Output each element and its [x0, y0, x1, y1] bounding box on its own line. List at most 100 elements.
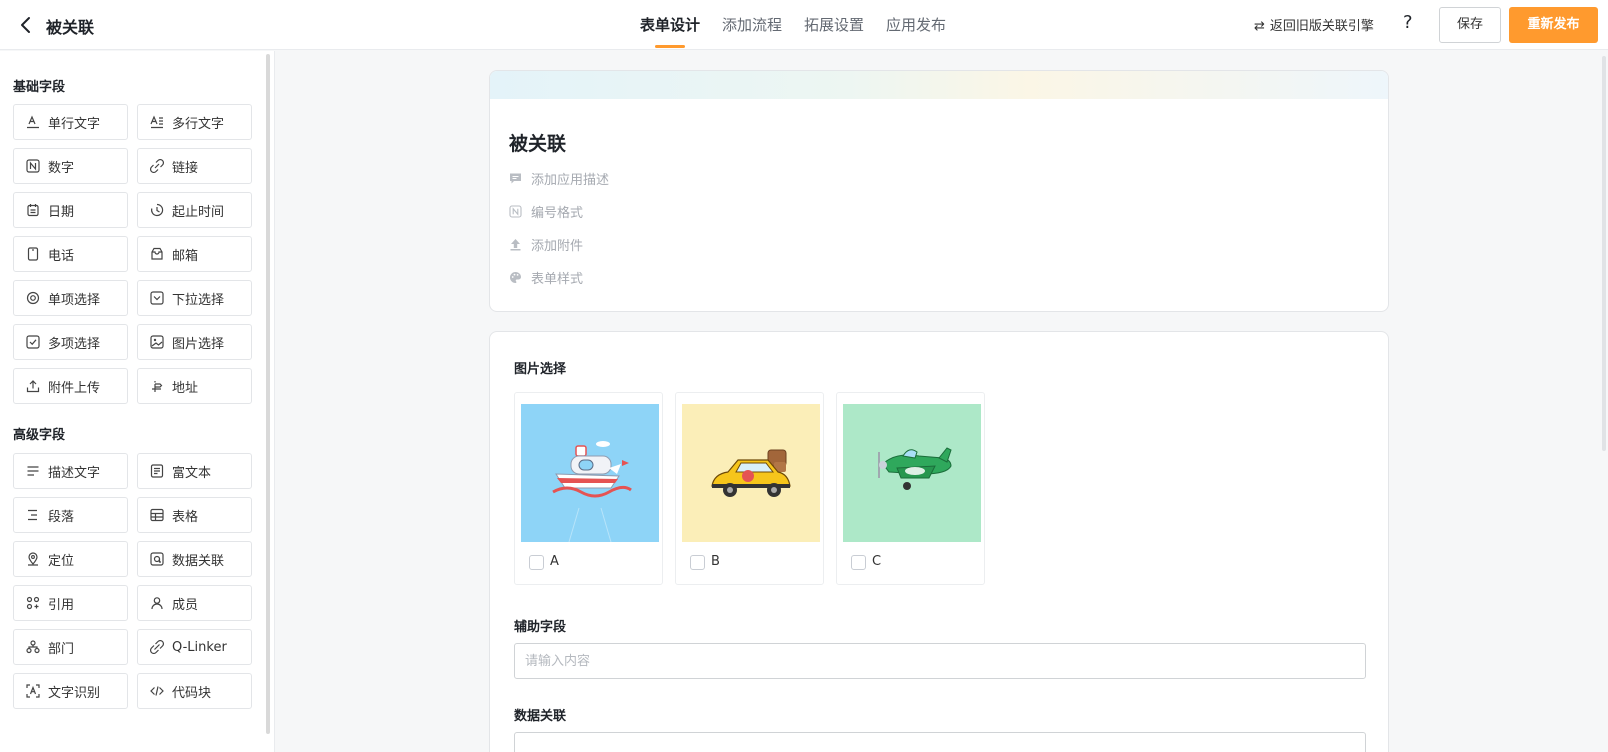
- field-mail[interactable]: 邮箱: [137, 236, 252, 272]
- form-fields-card: 图片选择 A B C 辅助字段 请输入内容 数据关联: [489, 331, 1389, 752]
- paragraph-icon: [28, 509, 37, 521]
- help-button[interactable]: ?: [1403, 12, 1413, 33]
- option-b-checkbox[interactable]: [690, 555, 705, 570]
- field-label: 附件上传: [48, 380, 101, 396]
- field-label: 邮箱: [172, 248, 199, 264]
- field-ocr[interactable]: 文字识别: [13, 673, 128, 709]
- field-number[interactable]: 数字: [13, 148, 128, 184]
- field-label: 部门: [48, 641, 75, 657]
- field-address[interactable]: 地址: [137, 368, 252, 404]
- app-title: 被关联: [46, 18, 95, 37]
- field-label: 段落: [48, 509, 75, 525]
- option-b-label: B: [711, 554, 720, 569]
- canvas-scrollbar[interactable]: [1602, 56, 1606, 451]
- add-attachment-action[interactable]: 添加附件: [509, 235, 583, 254]
- ocr-icon: [26, 684, 40, 698]
- image-option-c[interactable]: C: [836, 392, 985, 585]
- field-rich-text[interactable]: 富文本: [137, 453, 252, 489]
- image-option-a[interactable]: A: [514, 392, 663, 585]
- field-label: 定位: [48, 553, 75, 569]
- back-button[interactable]: [16, 14, 36, 36]
- number-format-action[interactable]: 编号格式: [509, 202, 583, 221]
- field-label: 数据关联: [172, 553, 225, 569]
- data-association-input[interactable]: [514, 732, 1366, 752]
- data-association-label: 数据关联: [514, 709, 567, 724]
- advanced-fields-grid: 描述文字 富文本 段落 表格 定位 数据关联 引用 成员 部门 Q-Linker…: [13, 453, 253, 709]
- legacy-engine-label: 返回旧版关联引擎: [1269, 19, 1374, 34]
- field-label: Q-Linker: [172, 639, 227, 655]
- comment-icon: [510, 173, 521, 184]
- basic-fields-title: 基础字段: [13, 80, 66, 95]
- republish-button[interactable]: 重新发布: [1509, 7, 1598, 43]
- field-code-block[interactable]: 代码块: [137, 673, 252, 709]
- table-icon: [150, 508, 164, 522]
- field-reference[interactable]: 引用: [13, 585, 128, 621]
- radio-icon: [26, 291, 40, 305]
- upload-icon: [26, 380, 40, 393]
- number-icon: [26, 159, 40, 173]
- swap-icon: ⇄: [1254, 19, 1265, 34]
- save-button[interactable]: 保存: [1439, 7, 1501, 43]
- q-linker-icon: [150, 640, 164, 654]
- field-member[interactable]: 成员: [137, 585, 252, 621]
- field-label: 单行文字: [48, 116, 101, 132]
- field-date[interactable]: 日期: [13, 192, 128, 228]
- field-multi-line-text[interactable]: 多行文字: [137, 104, 252, 140]
- field-label: 多项选择: [48, 336, 101, 352]
- field-link[interactable]: 链接: [137, 148, 252, 184]
- field-dropdown[interactable]: 下拉选择: [137, 280, 252, 316]
- description-icon: [27, 466, 39, 476]
- dropdown-icon: [150, 291, 164, 305]
- field-department[interactable]: 部门: [13, 629, 128, 665]
- option-a-checkbox[interactable]: [529, 555, 544, 570]
- field-time-range[interactable]: 起止时间: [137, 192, 252, 228]
- image-option-b[interactable]: B: [675, 392, 824, 585]
- aux-field-input[interactable]: [514, 643, 1366, 679]
- time-range-icon: [151, 203, 164, 217]
- field-label: 地址: [172, 380, 199, 396]
- advanced-fields-title: 高级字段: [13, 428, 66, 443]
- field-single-line-text[interactable]: 单行文字: [13, 104, 128, 140]
- number-format-icon: [509, 205, 522, 218]
- form-title[interactable]: 被关联: [509, 129, 566, 156]
- pin-icon: [28, 552, 38, 566]
- field-checkbox[interactable]: 多项选择: [13, 324, 128, 360]
- field-radio[interactable]: 单项选择: [13, 280, 128, 316]
- field-positioning[interactable]: 定位: [13, 541, 128, 577]
- tab-add-workflow[interactable]: 添加流程: [722, 0, 782, 50]
- data-link-icon: [150, 552, 164, 566]
- field-data-association[interactable]: 数据关联: [137, 541, 252, 577]
- sidebar-scrollbar[interactable]: [266, 54, 270, 734]
- tab-app-publish[interactable]: 应用发布: [886, 0, 946, 50]
- tab-form-design[interactable]: 表单设计: [640, 0, 700, 50]
- field-label: 下拉选择: [172, 292, 225, 308]
- field-attachment[interactable]: 附件上传: [13, 368, 128, 404]
- field-q-linker[interactable]: Q-Linker: [137, 629, 252, 665]
- field-description[interactable]: 描述文字: [13, 453, 128, 489]
- field-label: 文字识别: [48, 685, 101, 701]
- add-description-action[interactable]: 添加应用描述: [509, 169, 609, 188]
- action-label: 添加附件: [531, 239, 584, 254]
- option-c-checkbox[interactable]: [851, 555, 866, 570]
- form-canvas: 被关联 添加应用描述 编号格式 添加附件 表单样式 图片选择 A B C 辅助字…: [276, 51, 1608, 752]
- field-label: 电话: [48, 248, 75, 264]
- field-label: 描述文字: [48, 465, 101, 481]
- form-style-action[interactable]: 表单样式: [509, 268, 583, 287]
- field-paragraph[interactable]: 段落: [13, 497, 128, 533]
- field-phone[interactable]: 电话: [13, 236, 128, 272]
- ship-image: [521, 404, 659, 542]
- field-label: 代码块: [172, 685, 212, 701]
- field-table[interactable]: 表格: [137, 497, 252, 533]
- action-label: 添加应用描述: [531, 173, 610, 188]
- tab-extension-settings[interactable]: 拓展设置: [804, 0, 864, 50]
- legacy-engine-link[interactable]: ⇄ 返回旧版关联引擎: [1254, 15, 1374, 34]
- location-icon: [152, 381, 163, 392]
- field-label: 引用: [48, 597, 75, 613]
- main-tabs: 表单设计 添加流程 拓展设置 应用发布: [640, 0, 968, 50]
- code-icon: [150, 686, 164, 696]
- field-image-select[interactable]: 图片选择: [137, 324, 252, 360]
- field-label: 图片选择: [172, 336, 225, 352]
- mail-icon: [151, 247, 163, 260]
- field-label: 数字: [48, 160, 75, 176]
- field-label: 单项选择: [48, 292, 101, 308]
